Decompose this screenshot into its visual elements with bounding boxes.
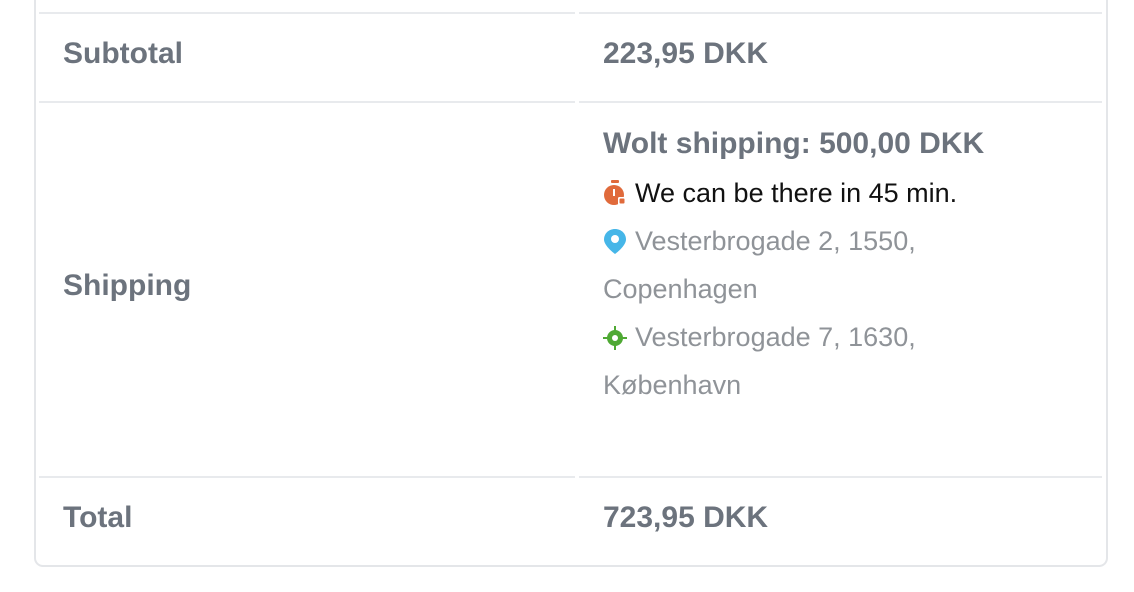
subtotal-value: 223,95 DKK [603,37,769,70]
timer-icon [603,180,627,206]
delivery-eta: We can be there in 45 min. [603,176,957,210]
divider-top-left [39,12,575,14]
target-location-icon [603,324,627,350]
total-value: 723,95 DKK [603,501,769,534]
divider-subtotal-right [579,101,1102,103]
pickup-address-line1: Vesterbrogade 2, 1550, [603,224,916,258]
dropoff-address-line1-text: Vesterbrogade 7, 1630, [635,322,916,352]
pickup-address-line2: Copenhagen [603,274,758,304]
dropoff-address-line2: København [603,370,742,400]
map-pin-icon [603,228,627,254]
shipping-label: Shipping [63,269,192,302]
pickup-address-line1-text: Vesterbrogade 2, 1550, [635,226,916,256]
total-label: Total [63,501,133,534]
divider-top-right [579,12,1102,14]
order-summary-table [34,0,1108,567]
delivery-eta-text: We can be there in 45 min. [635,178,958,208]
dropoff-address-line1: Vesterbrogade 7, 1630, [603,320,916,354]
shipping-method: Wolt shipping: 500,00 DKK [603,127,985,160]
divider-shipping-left [39,476,575,478]
subtotal-label: Subtotal [63,37,183,70]
divider-subtotal-left [39,101,575,103]
divider-shipping-right [579,476,1102,478]
